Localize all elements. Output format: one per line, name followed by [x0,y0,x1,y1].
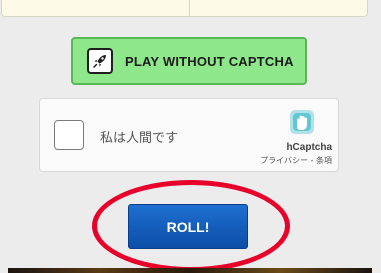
top-divider [189,0,190,16]
privacy-link[interactable]: プライバシー [260,156,308,165]
play-without-captcha-label: PLAY WITHOUT CAPTCHA [125,53,294,69]
roll-button[interactable]: ROLL! [128,204,248,249]
rocket-icon [87,48,113,74]
terms-link[interactable]: 条項 [316,156,332,165]
captcha-checkbox[interactable] [54,120,84,150]
hcaptcha-logo-icon [286,108,318,138]
hcaptcha-widget: 私は人間です hCaptcha プライバシー - 条項 [39,98,339,172]
links-separator: - [308,156,316,165]
hcaptcha-brand: hCaptcha [286,142,332,153]
top-panel [0,0,381,20]
bottom-image-strip [8,268,372,273]
play-without-captcha-button[interactable]: PLAY WITHOUT CAPTCHA [71,37,307,85]
top-info-box [1,0,368,17]
captcha-checkbox-label: 私は人間です [100,131,179,146]
captcha-links: プライバシー - 条項 [260,155,332,166]
roll-button-label: ROLL! [166,218,210,235]
